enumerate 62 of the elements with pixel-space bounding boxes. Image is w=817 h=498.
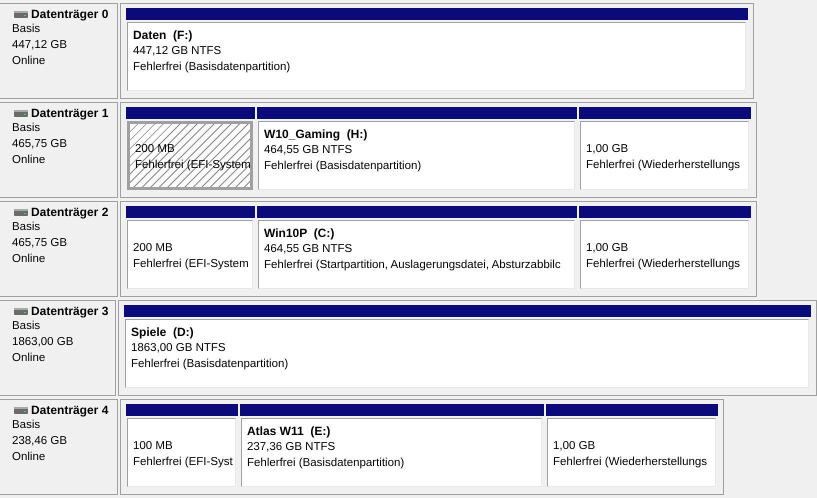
disk-name: Datenträger 3	[31, 304, 108, 318]
partition-label: W10_Gaming (H:)	[264, 126, 368, 142]
disk-type: Basis	[12, 121, 42, 136]
partition-block[interactable]: Atlas W11 (E:) 237,36 GB NTFS Fehlerfrei (Basisdatenpartition)	[241, 418, 542, 487]
partition-block[interactable]: 1,00 GB Fehlerfrei (Wiederherstellungs	[580, 121, 749, 190]
partition-size: 100 MB	[133, 438, 174, 454]
disk-status: Online	[12, 54, 46, 69]
partition-size: 200 MB	[133, 240, 174, 256]
disk-status: Online	[12, 252, 46, 267]
partition-size: 200 MB	[135, 142, 176, 156]
partition-size: 237,36 GB NTFS	[247, 440, 336, 455]
partition-block[interactable]: 200 MB Fehlerfrei (EFI-System	[127, 121, 253, 190]
partition-size: 447,12 GB NTFS	[133, 44, 222, 59]
disk-info-panel[interactable]: Datenträger 4 Basis 238,46 GB Online	[0, 399, 118, 495]
disk-type: Basis	[12, 319, 42, 334]
partition-label: Spiele (D:)	[131, 324, 195, 340]
disk-size: 447,12 GB	[12, 38, 68, 53]
partition-size: 1863,00 GB NTFS	[131, 341, 227, 356]
partition-label: Atlas W11 (E:)	[247, 423, 332, 439]
partition-block[interactable]: 200 MB Fehlerfrei (EFI-System	[127, 220, 253, 289]
partition-size: 1,00 GB	[586, 240, 630, 256]
partition-label: Win10P (C:)	[264, 225, 336, 241]
disk-type: Basis	[12, 220, 42, 235]
disk-name: Datenträger 0	[31, 7, 108, 21]
partition-size: 1,00 GB	[586, 142, 630, 156]
disk-name: Datenträger 1	[31, 106, 108, 120]
partition-block[interactable]: 1,00 GB Fehlerfrei (Wiederherstellungs	[580, 220, 749, 289]
partition-status: Fehlerfrei (Basisdatenpartition)	[247, 456, 406, 471]
partition-status: Fehlerfrei (EFI-System	[133, 256, 248, 272]
disk-type: Basis	[12, 418, 42, 433]
disk-status: Online	[12, 450, 46, 465]
partition-block[interactable]: 100 MB Fehlerfrei (EFI-Syst	[127, 418, 236, 487]
partition-block[interactable]: W10_Gaming (H:) 464,55 GB NTFS Fehlerfrei (Basisdatenpartition)	[258, 121, 575, 190]
disk-info-panel[interactable]: Datenträger 0 Basis 447,12 GB Online	[0, 3, 118, 99]
disk-name: Datenträger 2	[31, 205, 108, 219]
disk-info-panel[interactable]: Datenträger 2 Basis 465,75 GB Online	[0, 201, 118, 297]
disk-type: Basis	[12, 22, 42, 37]
partition-size: 464,55 GB NTFS	[264, 242, 354, 257]
disk-status: Online	[12, 351, 46, 366]
partition-status: Fehlerfrei (Basisdatenpartition)	[131, 357, 290, 372]
disk-size: 1863,00 GB	[12, 335, 74, 350]
partition-block[interactable]: Win10P (C:) 464,55 GB NTFS Fehlerfrei (Startpartition, Auslagerungsdatei, Absturzabbilc	[258, 220, 575, 289]
partition-size: 1,00 GB	[553, 438, 596, 454]
partition-label: Daten (F:)	[133, 27, 194, 43]
disk-info-panel[interactable]: Datenträger 3 Basis 1863,00 GB Online	[0, 300, 116, 396]
partition-status: Fehlerfrei (Basisdatenpartition)	[264, 159, 422, 174]
partition-block[interactable]: Spiele (D:) 1863,00 GB NTFS Fehlerfrei (Basisdatenpartition)	[125, 319, 809, 388]
disk-status: Online	[12, 153, 46, 168]
partition-status: Fehlerfrei (Basisdatenpartition)	[133, 60, 292, 75]
disk-name: Datenträger 4	[31, 403, 108, 417]
partition-status: Fehlerfrei (Wiederherstellungs	[586, 256, 742, 272]
partition-status: Fehlerfrei (Wiederherstellungs	[586, 158, 742, 172]
partition-status: Fehlerfrei (Wiederherstellungs	[553, 454, 708, 470]
disk-size: 238,46 GB	[12, 434, 68, 449]
partition-size: 464,55 GB NTFS	[264, 143, 354, 158]
partition-block[interactable]: 1,00 GB Fehlerfrei (Wiederherstellungs	[547, 418, 716, 487]
disk-size: 465,75 GB	[12, 236, 68, 251]
partition-block[interactable]: Daten (F:) 447,12 GB NTFS Fehlerfrei (Basisdatenpartition)	[127, 22, 746, 91]
disk-size: 465,75 GB	[12, 137, 68, 152]
disk-info-panel[interactable]: Datenträger 1 Basis 465,75 GB Online	[0, 102, 118, 198]
partition-status: Fehlerfrei (EFI-Syst	[133, 454, 231, 470]
partition-status: Fehlerfrei (Startpartition, Auslagerungsdatei, Absturzabbilc	[264, 258, 562, 273]
